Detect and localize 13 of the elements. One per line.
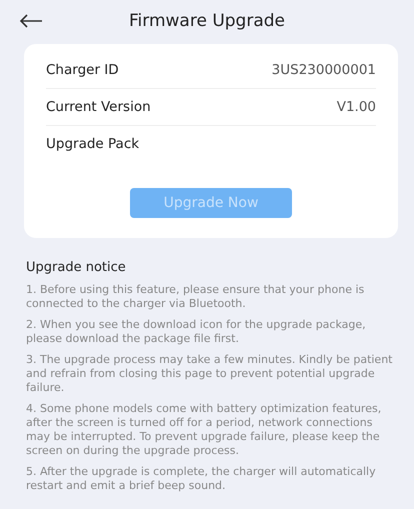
back-arrow-icon[interactable] (19, 13, 43, 29)
page-title: Firmware Upgrade (129, 11, 285, 31)
info-label: Upgrade Pack (46, 136, 140, 152)
info-label: Charger ID (46, 62, 119, 78)
notice-title: Upgrade notice (26, 260, 127, 275)
notice-paragraph: 5. After the upgrade is complete, the charger will automatically restart and emit a brief beep sound. (26, 465, 377, 493)
notice-paragraph: 3. The upgrade process may take a few minutes. Kindly be patient and refrain from closing this page to prevent potential upgrade failure. (26, 353, 394, 395)
notice-paragraph: 4. Some phone models come with battery optimization features, after the screen is turned off for a period, network connections may be interrupted. To prevent upgrade failure, please keep the screen on during the upgrade process. (26, 402, 382, 458)
notice-paragraph: 1. Before using this feature, please ensure that your phone is connected to the charger via Bluetooth. (26, 283, 366, 311)
info-value: V1.00 (336, 99, 376, 115)
info-label: Current Version (46, 99, 151, 115)
notice-paragraph: 2. When you see the download icon for the upgrade package, please download the package file first. (26, 318, 367, 346)
info-value: 3US230000001 (272, 62, 376, 78)
